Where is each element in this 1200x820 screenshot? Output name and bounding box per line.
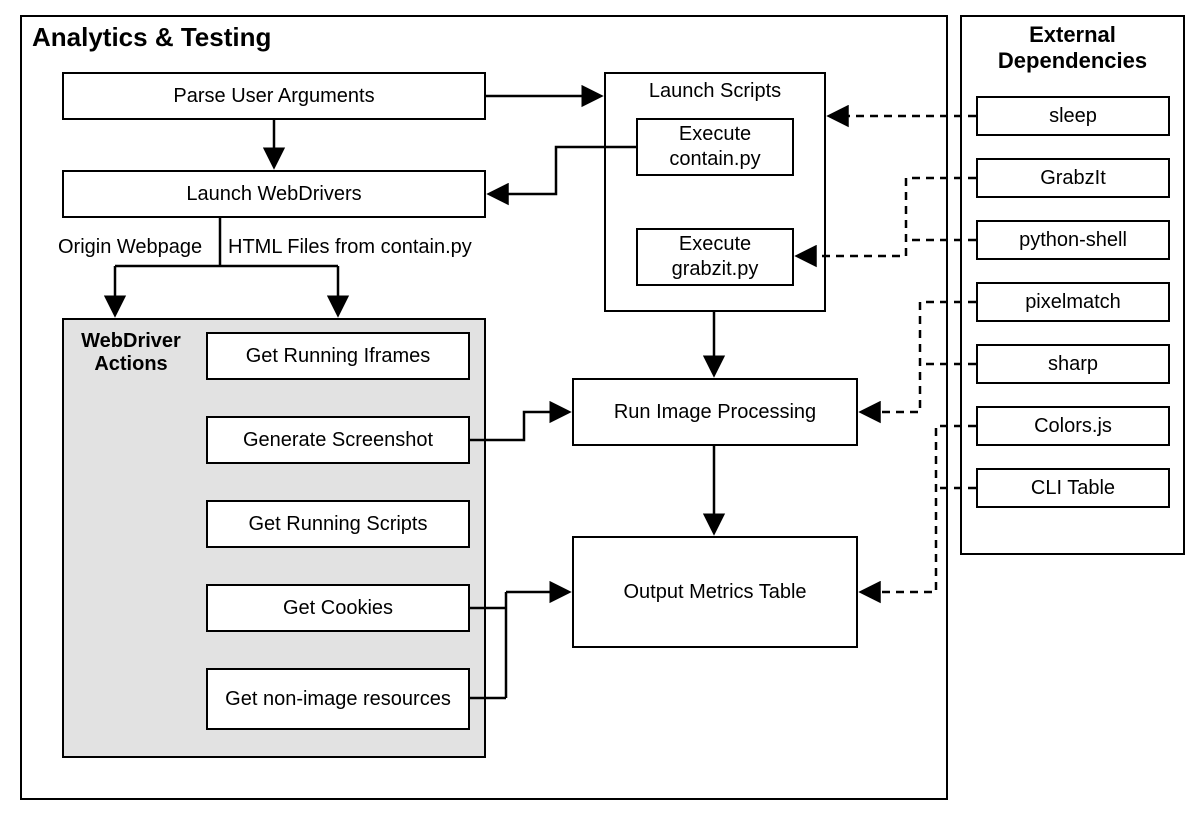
- node-label: Launch WebDrivers: [186, 182, 361, 207]
- node-label: Parse User Arguments: [173, 84, 374, 109]
- node-label: Output Metrics Table: [623, 580, 806, 605]
- group-launch-scripts-title: Launch Scripts: [610, 80, 820, 103]
- dep-label: CLI Table: [1031, 476, 1115, 501]
- dep-pixelmatch: pixelmatch: [976, 282, 1170, 322]
- node-label: Execute contain.py: [644, 122, 786, 172]
- edge-label-origin: Origin Webpage: [58, 236, 202, 259]
- node-output-metrics-table: Output Metrics Table: [572, 536, 858, 648]
- node-get-running-iframes: Get Running Iframes: [206, 332, 470, 380]
- dep-label: sharp: [1048, 352, 1098, 377]
- edge-label-htmlfiles: HTML Files from contain.py: [228, 236, 472, 259]
- node-launch-webdrivers: Launch WebDrivers: [62, 170, 486, 218]
- node-execute-contain: Execute contain.py: [636, 118, 794, 176]
- node-label: Get Running Iframes: [246, 344, 431, 369]
- dep-sharp: sharp: [976, 344, 1170, 384]
- node-get-running-scripts: Get Running Scripts: [206, 500, 470, 548]
- node-label: Get Cookies: [283, 596, 393, 621]
- dep-python-shell: python-shell: [976, 220, 1170, 260]
- node-generate-screenshot: Generate Screenshot: [206, 416, 470, 464]
- node-label: Get Running Scripts: [249, 512, 428, 537]
- node-label: Get non-image resources: [225, 687, 451, 712]
- dep-label: pixelmatch: [1025, 290, 1121, 315]
- dep-sleep: sleep: [976, 96, 1170, 136]
- dep-cli-table: CLI Table: [976, 468, 1170, 508]
- diagram-canvas: Analytics & Testing External Dependencie…: [0, 0, 1200, 820]
- dep-label: sleep: [1049, 104, 1097, 129]
- dep-label: python-shell: [1019, 228, 1127, 253]
- panel-external-title: External Dependencies: [965, 22, 1180, 75]
- node-label: Run Image Processing: [614, 400, 816, 425]
- group-webdriver-actions-title: WebDriver Actions: [72, 330, 190, 376]
- node-label: Generate Screenshot: [243, 428, 433, 453]
- dep-label: Colors.js: [1034, 414, 1112, 439]
- node-run-image-processing: Run Image Processing: [572, 378, 858, 446]
- node-execute-grabzit: Execute grabzit.py: [636, 228, 794, 286]
- node-get-non-image-resources: Get non-image resources: [206, 668, 470, 730]
- node-get-cookies: Get Cookies: [206, 584, 470, 632]
- dep-label: GrabzIt: [1040, 166, 1106, 191]
- dep-colorsjs: Colors.js: [976, 406, 1170, 446]
- dep-grabzit: GrabzIt: [976, 158, 1170, 198]
- panel-analytics-title: Analytics & Testing: [32, 22, 271, 53]
- node-parse-user-arguments: Parse User Arguments: [62, 72, 486, 120]
- node-label: Execute grabzit.py: [644, 232, 786, 282]
